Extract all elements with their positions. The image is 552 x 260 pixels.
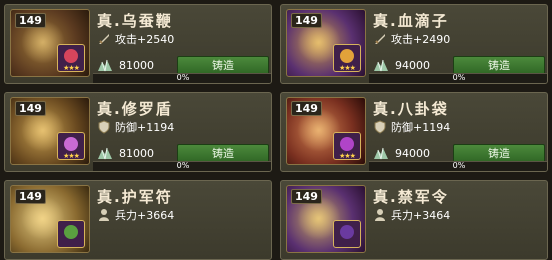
- stat-value: 攻击+2540: [115, 33, 175, 46]
- forge-progress-bar: 0%: [369, 161, 547, 171]
- equipment-image[interactable]: 149 ★★★: [10, 97, 90, 165]
- equipment-image[interactable]: 149 ★★★: [10, 9, 90, 77]
- equipment-name: 真.修罗盾: [97, 100, 173, 118]
- stat-value: 兵力+3664: [115, 209, 175, 222]
- silver-ore-icon: [374, 59, 388, 72]
- stat-value: 防御+1194: [391, 121, 451, 134]
- equipment-name: 真.八卦袋: [373, 100, 449, 118]
- equipment-name: 真.血滴子: [373, 12, 449, 30]
- gem-icon: ★★★: [57, 132, 85, 160]
- equipment-card: 149 ★★★ 真.乌蚕鞭 攻击+2540 81000 铸造 0%: [4, 4, 272, 84]
- gem-icon: ★★★: [333, 44, 361, 72]
- equipment-image[interactable]: 149: [286, 185, 366, 253]
- equipment-image[interactable]: 149 ★★★: [286, 97, 366, 165]
- cost-value: 94000: [395, 146, 430, 160]
- level-badge: 149: [291, 101, 322, 116]
- progress-label: 0%: [176, 73, 190, 82]
- level-badge: 149: [15, 101, 46, 116]
- cost-value: 94000: [395, 58, 430, 72]
- equipment-image[interactable]: 149: [10, 185, 90, 253]
- equipment-card: 149 ★★★ 真.八卦袋 防御+1194 94000 铸造 0%: [280, 92, 548, 172]
- progress-label: 0%: [176, 161, 190, 170]
- level-badge: 149: [291, 189, 322, 204]
- shield-icon: [374, 120, 386, 134]
- gem-icon: [57, 220, 85, 248]
- equipment-name: 真.禁军令: [373, 188, 449, 206]
- equipment-name: 真.护军符: [97, 188, 173, 206]
- forge-progress-bar: 0%: [93, 161, 271, 171]
- silver-ore-icon: [98, 59, 112, 72]
- equipment-card: 149 ★★★ 真.修罗盾 防御+1194 81000 铸造 0%: [4, 92, 272, 172]
- silver-ore-icon: [98, 147, 112, 160]
- level-badge: 149: [291, 13, 322, 28]
- gem-icon: ★★★: [57, 44, 85, 72]
- gem-icon: [333, 220, 361, 248]
- cost-value: 81000: [119, 58, 154, 72]
- equipment-image[interactable]: 149 ★★★: [286, 9, 366, 77]
- equipment-card: 149 ★★★ 真.血滴子 攻击+2490 94000 铸造 0%: [280, 4, 548, 84]
- level-badge: 149: [15, 189, 46, 204]
- troops-icon: [375, 209, 385, 221]
- equipment-card: 149 真.护军符 兵力+3664: [4, 180, 272, 260]
- forge-progress-bar: 0%: [369, 73, 547, 83]
- equipment-name: 真.乌蚕鞭: [97, 12, 173, 30]
- silver-ore-icon: [374, 147, 388, 160]
- equipment-card: 149 真.禁军令 兵力+3464: [280, 180, 548, 260]
- level-badge: 149: [15, 13, 46, 28]
- sword-icon: [99, 34, 109, 44]
- gem-icon: ★★★: [333, 132, 361, 160]
- forge-progress-bar: 0%: [93, 73, 271, 83]
- shield-icon: [98, 120, 110, 134]
- stat-value: 防御+1194: [115, 121, 175, 134]
- sword-icon: [375, 34, 385, 44]
- cost-value: 81000: [119, 146, 154, 160]
- progress-label: 0%: [452, 161, 466, 170]
- stat-value: 兵力+3464: [391, 209, 451, 222]
- progress-label: 0%: [452, 73, 466, 82]
- troops-icon: [99, 209, 109, 221]
- stat-value: 攻击+2490: [391, 33, 451, 46]
